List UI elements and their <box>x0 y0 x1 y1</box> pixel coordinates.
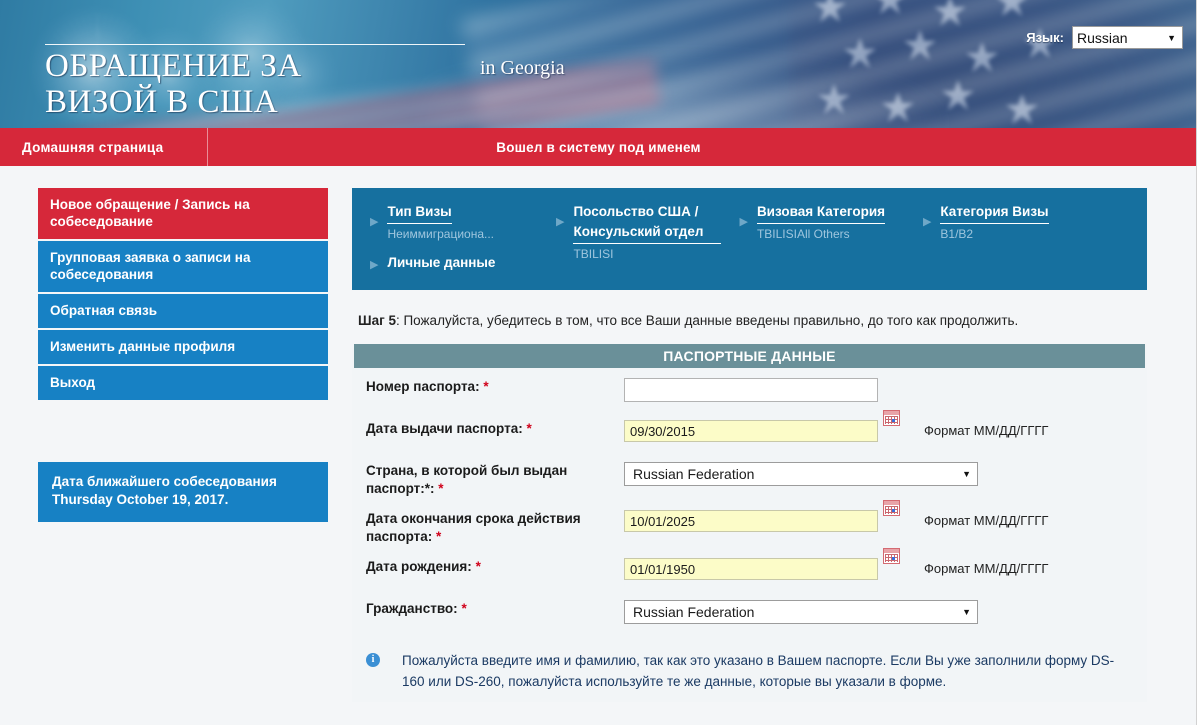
chevron-right-icon: ▶ <box>739 216 748 228</box>
chevron-right-icon: ▶ <box>556 216 565 228</box>
field-label-text: Дата рождения: <box>366 559 472 574</box>
panel-heading: ПАСПОРТНЫЕ ДАННЫЕ <box>354 344 1145 368</box>
page-body: Новое обращение / Запись на собеседовани… <box>0 166 1197 702</box>
passport-number-input[interactable] <box>624 378 878 402</box>
language-label: Язык: <box>1026 30 1064 45</box>
chevron-right-icon: ▶ <box>922 216 932 228</box>
date-format-hint: Формат ММ/ДД/ГГГГ <box>924 513 1049 528</box>
calendar-icon[interactable] <box>883 548 900 564</box>
banner-divider <box>45 44 465 45</box>
stepper-column-embassy: ▶ Посольство США / Консульский отдел TBI… <box>538 202 722 263</box>
field-label-text: Номер паспорта: <box>366 379 480 394</box>
stepper-step-value: B1/B2 <box>940 227 974 241</box>
form-row-expiry-date: Дата окончания срока действия паспорта: … <box>352 500 1147 546</box>
sidebar-item-logout[interactable]: Выход <box>38 366 328 400</box>
issuing-country-value: Russian Federation <box>633 466 755 482</box>
stepper-column-visa-class: ▶ Категория Визы B1/B2 <box>905 202 1090 243</box>
date-format-hint: Формат ММ/ДД/ГГГГ <box>924 561 1049 576</box>
required-marker: * <box>461 601 467 616</box>
stepper-step-visa-class[interactable]: Категория Визы B1/B2 <box>940 202 1090 243</box>
citizenship-select[interactable]: Russian Federation ▼ <box>624 600 978 624</box>
sidebar: Новое обращение / Запись на собеседовани… <box>38 188 334 702</box>
field-label-text: Страна, в которой был выдан паспорт:*: <box>366 463 568 496</box>
main-content: ▶ Тип Визы Неиммиграциона... ▶ Личные да… <box>352 188 1147 702</box>
sidebar-item-group-application[interactable]: Групповая заявка о записи на собеседован… <box>38 241 328 292</box>
citizenship-label: Гражданство: * <box>352 600 624 618</box>
stepper-step-embassy[interactable]: Посольство США / Консульский отдел TBILI… <box>573 202 722 263</box>
breadcrumb-stepper: ▶ Тип Визы Неиммиграциона... ▶ Личные да… <box>352 188 1147 290</box>
chevron-right-icon: ▶ <box>370 216 379 228</box>
passport-details-panel: ПАСПОРТНЫЕ ДАННЫЕ Номер паспорта: * Дата <box>352 344 1147 702</box>
calendar-icon[interactable] <box>883 410 900 426</box>
info-icon: i <box>366 653 380 667</box>
form-row-issuing-country: Страна, в которой был выдан паспорт:*: *… <box>352 462 1147 498</box>
stepper-step-visa-category[interactable]: Визовая Категория TBILISIAll Others <box>756 202 905 243</box>
field-label-text: Гражданство: <box>366 601 458 616</box>
form-row-citizenship: Гражданство: * Russian Federation ▼ <box>352 600 1147 630</box>
chevron-down-icon: ▼ <box>962 607 971 617</box>
main-navbar: Вошел в систему под именем Домашняя стра… <box>0 128 1197 166</box>
stepper-step-title: Визовая Категория <box>756 202 886 224</box>
field-label-text: Дата окончания срока действия паспорта: <box>366 511 581 544</box>
stepper-step-value: TBILISIAll Others <box>756 227 850 241</box>
language-select[interactable]: Russian ▼ <box>1072 26 1183 49</box>
stepper-column-visa-type: ▶ Тип Визы Неиммиграциона... ▶ Личные да… <box>352 202 538 274</box>
stepper-step-title: Посольство США / Консульский отдел <box>573 202 722 244</box>
stepper-step-visa-type[interactable]: Тип Визы Неиммиграциона... <box>387 202 494 243</box>
field-label-text: Дата выдачи паспорта: <box>366 421 523 436</box>
stepper-column-visa-category: ▶ Визовая Категория TBILISIAll Others <box>721 202 904 243</box>
required-marker: * <box>483 379 489 394</box>
form-rows: Номер паспорта: * Дата выдачи паспорта: … <box>352 368 1147 702</box>
required-marker: * <box>475 559 481 574</box>
issuing-country-select[interactable]: Russian Federation ▼ <box>624 462 978 486</box>
date-format-hint: Формат ММ/ДД/ГГГГ <box>924 423 1049 438</box>
sidebar-item-feedback[interactable]: Обратная связь <box>38 294 328 328</box>
passport-issue-date-label: Дата выдачи паспорта: * <box>352 420 624 438</box>
issuing-country-label: Страна, в которой был выдан паспорт:*: * <box>352 462 624 498</box>
language-select-value: Russian <box>1077 29 1128 46</box>
stepper-step-value: TBILISI <box>573 247 614 261</box>
form-note: i Пожалуйста введите имя и фамилию, так … <box>352 642 1147 702</box>
birth-date-label: Дата рождения: * <box>352 558 624 576</box>
birth-date-input[interactable]: 01/01/1950 <box>624 558 878 580</box>
citizenship-value: Russian Federation <box>633 604 755 620</box>
form-note-text: Пожалуйста введите имя и фамилию, так ка… <box>402 653 1115 689</box>
site-banner: ОБРАЩЕНИЕ ЗА ВИЗОЙ В США in Georgia Язык… <box>0 0 1197 128</box>
language-selector[interactable]: Язык: Russian ▼ <box>1026 26 1183 49</box>
required-marker: * <box>436 529 442 544</box>
form-row-passport-number: Номер паспорта: * <box>352 378 1147 408</box>
calendar-icon[interactable] <box>883 500 900 516</box>
stepper-step-title: Личные данные <box>387 255 496 270</box>
logged-in-status: Вошел в систему под именем <box>496 139 701 155</box>
stepper-step-title: Тип Визы <box>387 202 452 224</box>
passport-issue-date-input[interactable]: 09/30/2015 <box>624 420 878 442</box>
step-instruction-text: : Пожалуйста, убедитесь в том, что все В… <box>395 313 1019 328</box>
next-interview-date-box: Дата ближайшего собеседования Thursday O… <box>38 462 328 522</box>
required-marker: * <box>438 481 444 496</box>
step-instruction: Шаг 5: Пожалуйста, убедитесь в том, что … <box>358 312 1147 330</box>
stepper-step-personal-data[interactable]: ▶ Личные данные <box>370 253 538 274</box>
step-number-label: Шаг 5 <box>358 313 396 328</box>
sidebar-item-edit-profile[interactable]: Изменить данные профиля <box>38 330 328 364</box>
chevron-right-icon: ▶ <box>370 259 379 271</box>
required-marker: * <box>526 421 532 436</box>
chevron-down-icon: ▼ <box>962 469 971 479</box>
passport-expiry-date-input[interactable]: 10/01/2025 <box>624 510 878 532</box>
passport-expiry-date-label: Дата окончания срока действия паспорта: … <box>352 510 624 546</box>
passport-number-label: Номер паспорта: * <box>352 378 624 396</box>
stepper-step-value: Неиммиграциона... <box>387 227 494 241</box>
sidebar-menu: Новое обращение / Запись на собеседовани… <box>38 188 328 400</box>
chevron-down-icon: ▼ <box>1167 32 1176 43</box>
form-row-birth-date: Дата рождения: * 01/01/1950 Формат ММ/ДД… <box>352 548 1147 588</box>
stepper-step-title: Категория Визы <box>940 202 1049 224</box>
form-row-issue-date: Дата выдачи паспорта: * 09/30/2015 Форма… <box>352 410 1147 450</box>
sidebar-item-new-application[interactable]: Новое обращение / Запись на собеседовани… <box>38 188 328 239</box>
banner-subtitle: in Georgia <box>480 57 565 79</box>
